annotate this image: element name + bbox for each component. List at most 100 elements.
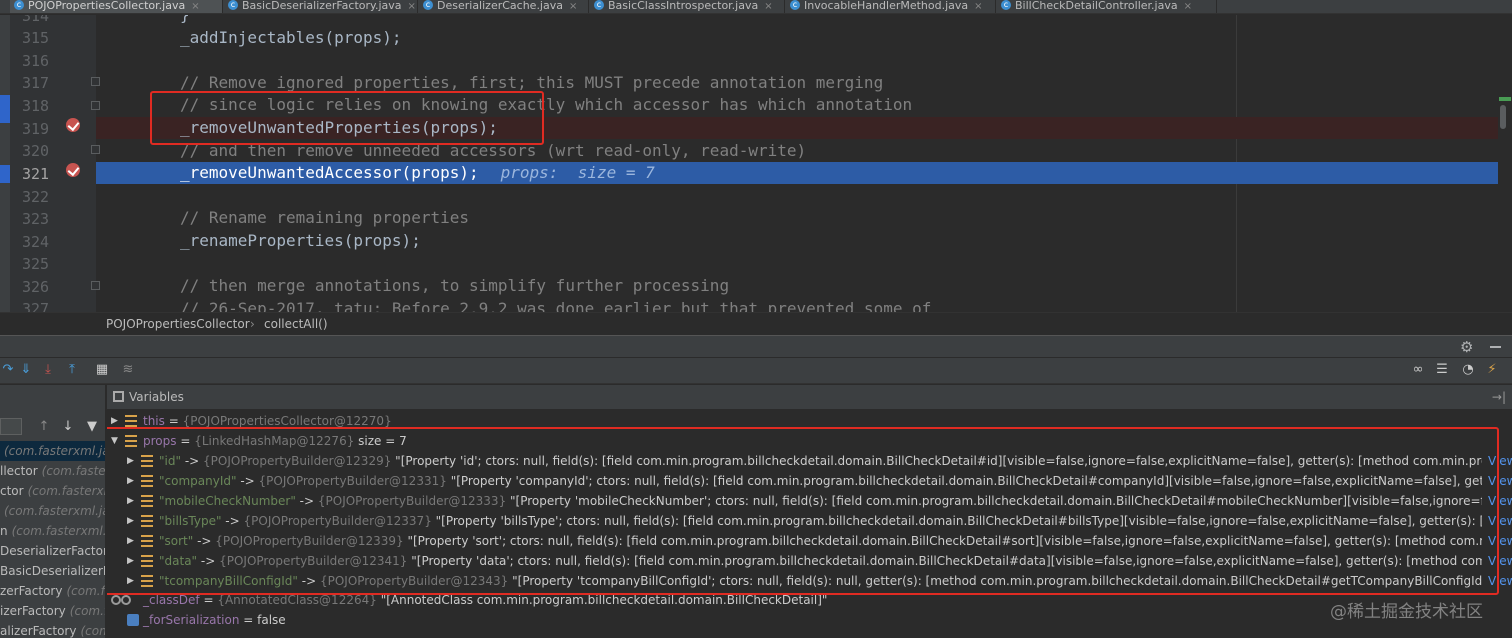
step-out-icon[interactable]: ⤒ (64, 362, 80, 378)
class-icon: c (14, 0, 24, 10)
var-row-for-serialization[interactable]: _forSerialization = false (107, 610, 1512, 630)
editor-scrollbar[interactable] (1498, 15, 1512, 312)
code-line: _renameProperties(props); (180, 231, 421, 250)
line-number: 322 (22, 188, 50, 206)
code-text: _removeUnwantedAccessor(props); (180, 163, 479, 182)
code-line-comment: // then merge annotations, to simplify f… (180, 276, 730, 295)
variables-title: Variables (129, 390, 184, 404)
tab-bill-check-detail-controller[interactable]: c BillCheckDetailController.java × (997, 0, 1217, 13)
left-tool-strip (0, 15, 10, 312)
scrollbar-thumb[interactable] (1500, 105, 1506, 129)
code-line-comment: // Rename remaining properties (180, 208, 469, 227)
thread-select[interactable] (0, 418, 22, 435)
close-icon[interactable]: × (974, 1, 982, 12)
breakpoint-icon[interactable] (66, 163, 80, 177)
class-icon: c (790, 0, 800, 10)
tab-label: BillCheckDetailController.java (1015, 0, 1178, 12)
code-line: _addInjectables(props); (180, 28, 402, 47)
code-line: } (96, 15, 1507, 26)
tab-invocable-handler-method[interactable]: c InvocableHandlerMethod.java × (786, 0, 996, 13)
code-line-comment: // 26-Sep-2017, tatu: Before 2.9.2 was d… (180, 299, 932, 312)
class-icon: c (594, 0, 604, 10)
close-icon[interactable]: × (764, 1, 772, 12)
filter-icon[interactable]: ▼ (84, 419, 100, 435)
memory-icon[interactable]: ◔ (1460, 362, 1476, 378)
tab-label: BasicClassIntrospector.java (608, 0, 759, 12)
class-icon: c (1001, 0, 1011, 10)
step-over-icon[interactable]: ↷ (0, 362, 16, 378)
annotation-highlight-box (107, 427, 1499, 595)
field-object-icon (111, 595, 121, 605)
frame-item[interactable]: BasicDeserializerFac (0, 561, 105, 581)
frames-panel: ↑ ↓ ▼ (com.fasterxml.jacks llector(com.f… (0, 385, 106, 638)
layout-icon[interactable]: ☰ (1434, 362, 1450, 378)
close-icon[interactable]: × (569, 1, 577, 12)
variables-header: Variables →| (107, 385, 1512, 409)
line-number: 314 (22, 15, 50, 25)
breadcrumb-method[interactable]: collectAll() (264, 313, 328, 335)
line-number: 324 (22, 233, 50, 251)
tab-label: InvocableHandlerMethod.java (804, 0, 969, 12)
frame-item[interactable]: (com.fasterxml.jacks (0, 501, 105, 521)
object-icon (125, 415, 137, 427)
minimize-icon[interactable] (1490, 346, 1501, 348)
tab-label: DeserializerCache.java (437, 0, 563, 12)
variables-panel: Variables →| ▶ this = {POJOPropertiesCol… (107, 385, 1512, 638)
inline-debug-hint: props: size = 7 (500, 163, 655, 182)
step-into-icon[interactable]: ⇓ (18, 362, 34, 378)
frame-item[interactable]: (com.fasterxml.jacks (0, 441, 105, 461)
tab-basic-class-introspector[interactable]: c BasicClassIntrospector.java × (590, 0, 785, 13)
frame-item[interactable]: n(com.fasterxml.jackson (0, 521, 105, 541)
breadcrumb-separator-icon: › (250, 317, 255, 331)
close-icon[interactable]: × (408, 1, 416, 12)
frame-item[interactable]: zerFactory(com.fas (0, 581, 105, 601)
close-icon[interactable]: × (1184, 1, 1192, 12)
field-object-icon (121, 595, 131, 605)
line-number: 317 (22, 74, 50, 92)
tab-deserializer-cache[interactable]: c DeserializerCache.java × (419, 0, 589, 13)
frame-item[interactable]: llector (com.faster (0, 461, 105, 481)
breakpoint-icon[interactable] (66, 118, 80, 132)
frame-item[interactable]: izerFactory(com.fas (0, 601, 105, 621)
line-number: 319 (22, 120, 50, 138)
frame-item[interactable]: DeserializerFactory (0, 541, 105, 561)
line-number: 323 (22, 210, 50, 228)
line-number-current: 321 (22, 165, 50, 183)
editor-tab-bar: c POJOPropertiesCollector.java × c BasicDes… (0, 0, 1512, 14)
line-number: 316 (22, 52, 50, 70)
line-number: 325 (22, 255, 50, 273)
line-number: 327 (22, 300, 50, 312)
hide-icon[interactable]: →| (1492, 385, 1506, 409)
tab-basic-deserializer-factory[interactable]: c BasicDeserializerFactory.java × (224, 0, 418, 13)
boolean-field-icon (127, 614, 139, 626)
breadcrumb-class[interactable]: POJOPropertiesCollector (106, 313, 250, 335)
strip-marker (0, 95, 10, 123)
close-icon[interactable]: × (191, 1, 199, 12)
line-number: 326 (22, 278, 50, 296)
line-number: 315 (22, 29, 50, 47)
code-editor[interactable]: 314 315 316 317 318 319 320 321 322 323 … (0, 15, 1512, 312)
annotation-highlight-box (150, 91, 544, 145)
frame-item[interactable]: ctor(com.fasterxml. (0, 481, 105, 501)
down-arrow-icon[interactable]: ↓ (60, 419, 76, 435)
debug-panel-header: ⚙ (0, 335, 1512, 357)
line-number: 318 (22, 97, 50, 115)
code-line-execution-point: _removeUnwantedAccessor(props); props: si… (96, 162, 1507, 184)
force-step-into-icon[interactable]: ⤓ (40, 362, 56, 378)
trace-icon[interactable]: ≋ (120, 362, 136, 378)
watermark: @稀土掘金技术社区 (1330, 602, 1483, 622)
variables-icon (113, 391, 124, 402)
breadcrumb: POJOPropertiesCollector › collectAll() (0, 312, 1512, 334)
tab-label: BasicDeserializerFactory.java (242, 0, 402, 12)
class-icon: c (228, 0, 238, 10)
evaluate-icon[interactable]: ▦ (94, 362, 110, 378)
pin-icon[interactable]: ⚡ (1484, 362, 1500, 378)
tab-pojo-properties-collector[interactable]: c POJOPropertiesCollector.java × (10, 0, 223, 13)
frame-item[interactable]: alizerFactory(com.f (0, 621, 105, 638)
line-number: 320 (22, 142, 50, 160)
up-arrow-icon[interactable]: ↑ (36, 419, 52, 435)
watches-icon[interactable]: ∞ (1410, 362, 1426, 378)
gear-icon[interactable]: ⚙ (1460, 338, 1473, 356)
